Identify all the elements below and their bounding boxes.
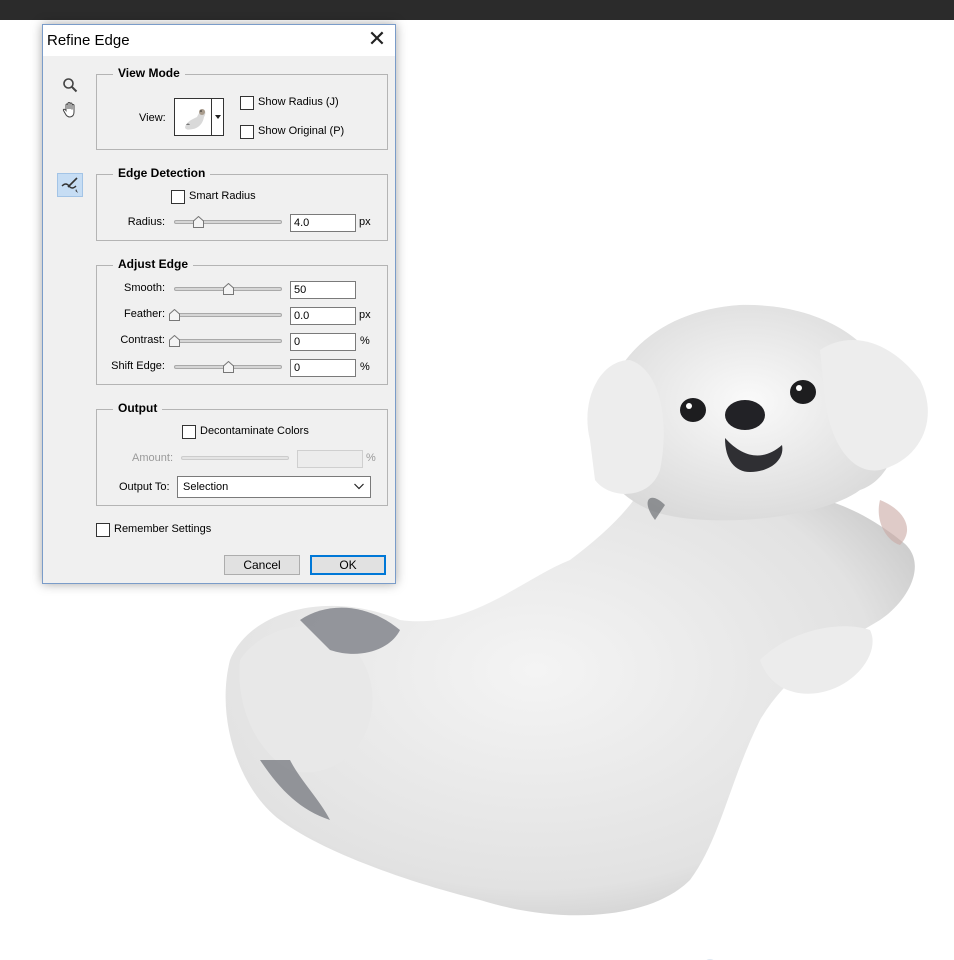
view-label: View: xyxy=(139,112,166,124)
refine-radius-brush-icon xyxy=(61,177,78,193)
decontaminate-colors-label: Decontaminate Colors xyxy=(200,425,309,437)
shift-edge-input[interactable]: 0 xyxy=(290,359,356,377)
feather-unit: px xyxy=(359,309,371,321)
contrast-slider-thumb[interactable] xyxy=(169,335,180,347)
shift-edge-label: Shift Edge: xyxy=(111,360,165,372)
triangle-down-icon xyxy=(215,115,221,119)
refine-radius-tool-button[interactable] xyxy=(57,173,83,197)
amount-unit: % xyxy=(366,452,376,464)
hand-icon xyxy=(62,101,75,118)
contrast-unit: % xyxy=(360,335,370,347)
view-mode-picker[interactable] xyxy=(174,98,224,136)
radius-unit: px xyxy=(359,216,371,228)
radius-slider-thumb[interactable] xyxy=(193,216,204,228)
smooth-slider-thumb[interactable] xyxy=(223,283,234,295)
view-dropdown-arrow[interactable] xyxy=(211,98,224,136)
feather-slider-thumb[interactable] xyxy=(169,309,180,321)
dialog-title-bar[interactable]: Refine Edge ✕ xyxy=(43,25,395,56)
cancel-button[interactable]: Cancel xyxy=(224,555,300,575)
show-radius-label: Show Radius (J) xyxy=(258,96,339,108)
remember-settings-label: Remember Settings xyxy=(114,523,212,535)
app-top-bar xyxy=(0,0,954,20)
show-original-checkbox[interactable] xyxy=(240,125,254,139)
amount-input xyxy=(297,450,363,468)
decontaminate-colors-checkbox[interactable] xyxy=(182,425,196,439)
close-button[interactable]: ✕ xyxy=(365,28,389,50)
refine-edge-dialog: Refine Edge ✕ View Mode View: Show Radiu… xyxy=(42,24,396,584)
hand-tool-button[interactable] xyxy=(57,98,83,122)
smart-radius-checkbox[interactable] xyxy=(171,190,185,204)
smooth-input[interactable]: 50 xyxy=(290,281,356,299)
output-to-value: Selection xyxy=(183,481,229,493)
shift-edge-unit: % xyxy=(360,361,370,373)
show-radius-checkbox[interactable] xyxy=(240,96,254,110)
ok-button[interactable]: OK xyxy=(310,555,386,575)
smart-radius-label: Smart Radius xyxy=(189,190,256,202)
feather-slider[interactable] xyxy=(174,313,282,317)
view-thumbnail-icon xyxy=(185,109,206,130)
radius-slider[interactable] xyxy=(174,220,282,224)
output-legend: Output xyxy=(113,401,163,415)
view-mode-group: View Mode View: Show Radius (J) Show Ori… xyxy=(96,66,388,150)
remember-settings-checkbox[interactable] xyxy=(96,523,110,537)
output-group: Output Decontaminate Colors Amount: % Ou… xyxy=(96,401,388,506)
radius-label: Radius: xyxy=(127,216,165,228)
radius-input[interactable]: 4.0 xyxy=(290,214,356,232)
view-mode-legend: View Mode xyxy=(113,66,185,80)
edge-detection-group: Edge Detection Smart Radius Radius: 4.0 … xyxy=(96,166,388,241)
show-original-label: Show Original (P) xyxy=(258,125,345,137)
feather-input[interactable]: 0.0 xyxy=(290,307,356,325)
zoom-icon xyxy=(63,78,78,93)
edge-detection-legend: Edge Detection xyxy=(113,166,211,180)
amount-slider xyxy=(181,456,289,460)
contrast-label: Contrast: xyxy=(120,334,165,346)
dialog-title: Refine Edge xyxy=(47,32,130,49)
smooth-label: Smooth: xyxy=(124,282,165,294)
chevron-down-icon xyxy=(354,483,364,490)
output-to-label: Output To: xyxy=(119,481,170,493)
adjust-edge-legend: Adjust Edge xyxy=(113,257,194,271)
zoom-tool-button[interactable] xyxy=(57,73,83,97)
contrast-input[interactable]: 0 xyxy=(290,333,356,351)
output-to-select[interactable]: Selection xyxy=(177,476,371,498)
adjust-edge-group: Adjust Edge Smooth: 50 Feather: 0.0 px C… xyxy=(96,257,388,385)
amount-label: Amount: xyxy=(132,452,173,464)
shift-edge-slider-thumb[interactable] xyxy=(223,361,234,373)
feather-label: Feather: xyxy=(124,308,165,320)
contrast-slider[interactable] xyxy=(174,339,282,343)
